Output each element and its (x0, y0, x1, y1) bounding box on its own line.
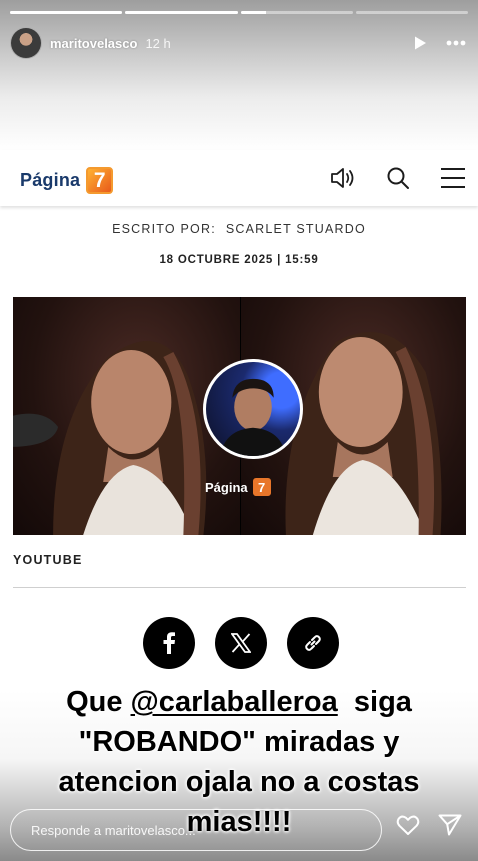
story-progress (10, 11, 468, 14)
progress-segment (240, 11, 353, 14)
menu-icon[interactable] (440, 167, 466, 194)
top-gradient (0, 0, 478, 150)
reply-input[interactable] (31, 822, 361, 838)
avatar[interactable] (10, 27, 42, 59)
article-image[interactable]: Página 7 (13, 297, 466, 535)
story-caption-line: Que @carlaballeroa siga (0, 686, 478, 719)
timestamp: 12 h (145, 35, 171, 51)
image-source: YOUTUBE (13, 553, 83, 567)
heart-icon[interactable] (396, 814, 420, 841)
send-icon[interactable] (438, 814, 462, 841)
inset-portrait (203, 359, 303, 459)
brand-text: Página (20, 170, 81, 190)
brand-logo[interactable]: Página 7 (20, 167, 114, 194)
brand-badge: 7 (86, 167, 114, 194)
caption-text: siga (337, 686, 412, 718)
watermark-text: Página (205, 479, 248, 495)
username[interactable]: maritovelasco (50, 36, 137, 51)
copy-link-button[interactable] (287, 617, 339, 669)
x-icon (231, 633, 251, 653)
mention-link[interactable]: @carlaballeroa (131, 686, 338, 718)
more-icon[interactable] (446, 40, 466, 46)
image-watermark: Página 7 (205, 478, 271, 496)
story-viewer: maritovelasco 12 h Página 7 ESCRITO POR:… (0, 0, 478, 861)
article-navbar: Página 7 (0, 150, 478, 206)
facebook-share-button[interactable] (143, 617, 195, 669)
divider (13, 587, 466, 588)
watermark-badge: 7 (252, 478, 271, 496)
byline-author: SCARLET STUARDO (225, 222, 366, 236)
byline: ESCRITO POR: SCARLET STUARDO (0, 222, 478, 236)
progress-segment (10, 11, 123, 14)
caption-text: Que (66, 686, 131, 718)
story-caption-line: atencion ojala no a costas (58, 766, 420, 798)
reply-bar (10, 809, 382, 851)
publish-date: 18 OCTUBRE 2025 | 15:59 (159, 254, 319, 266)
share-buttons (0, 617, 478, 669)
story-caption-line: "ROBANDO" miradas y (78, 726, 400, 758)
byline-label: ESCRITO POR: (112, 222, 216, 236)
x-share-button[interactable] (215, 617, 267, 669)
speaker-icon[interactable] (330, 166, 356, 195)
play-icon[interactable] (412, 35, 428, 51)
progress-segment (355, 11, 468, 14)
link-icon (305, 635, 321, 651)
story-header: maritovelasco 12 h (10, 26, 466, 60)
progress-segment (125, 11, 238, 14)
facebook-icon (163, 632, 175, 654)
search-icon[interactable] (386, 166, 410, 195)
